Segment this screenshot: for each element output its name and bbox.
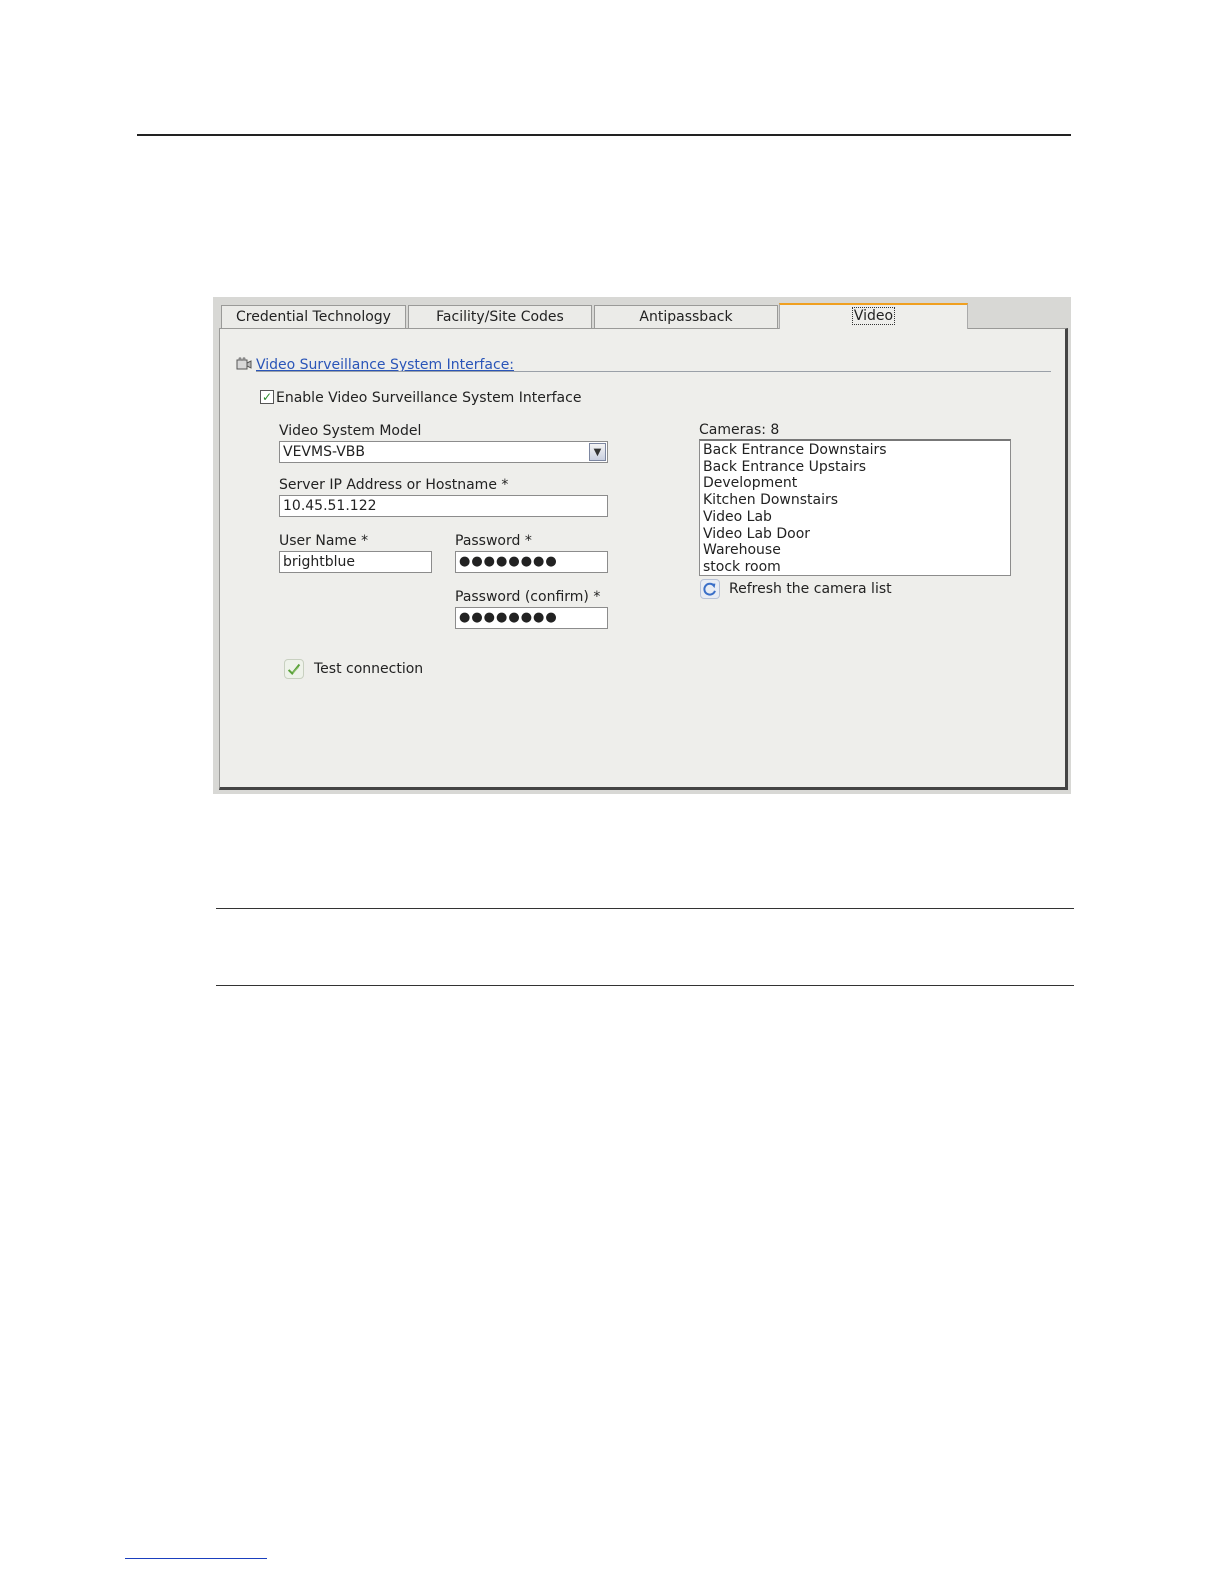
tab-credential-technology[interactable]: Credential Technology — [221, 305, 406, 329]
list-item[interactable]: stock room — [703, 559, 1007, 576]
list-item[interactable]: Kitchen Downstairs — [703, 492, 1007, 509]
list-item[interactable]: Warehouse — [703, 542, 1007, 559]
camera-list[interactable]: Back Entrance Downstairs Back Entrance U… — [699, 439, 1011, 576]
refresh-icon[interactable] — [700, 579, 720, 599]
refresh-camera-list-link[interactable]: Refresh the camera list — [729, 581, 892, 597]
tab-video[interactable]: Video — [779, 303, 968, 329]
test-connection-link[interactable]: Test connection — [314, 661, 423, 677]
list-item[interactable]: Video Lab Door — [703, 526, 1007, 543]
username-label: User Name * — [279, 533, 369, 549]
password-label: Password * — [455, 533, 532, 549]
section-divider — [256, 371, 1051, 372]
tab-facility-site-codes[interactable]: Facility/Site Codes — [408, 305, 592, 329]
model-label: Video System Model — [279, 423, 422, 439]
list-item[interactable]: Back Entrance Upstairs — [703, 459, 1007, 476]
video-settings-panel: Video Surveillance System Interface: ✓ E… — [219, 328, 1068, 790]
password-confirm-input[interactable]: ●●●●●●●● — [455, 607, 608, 629]
divider-rule — [216, 985, 1074, 986]
server-input[interactable]: 10.45.51.122 — [279, 495, 608, 517]
server-label: Server IP Address or Hostname * — [279, 477, 509, 493]
list-item[interactable]: Development — [703, 475, 1007, 492]
cameras-count-label: Cameras: 8 — [699, 422, 780, 438]
tab-video-label: Video — [851, 307, 896, 325]
footnote-rule — [125, 1558, 267, 1559]
check-pencil-icon[interactable] — [284, 659, 304, 679]
password-input[interactable]: ●●●●●●●● — [455, 551, 608, 573]
username-input[interactable]: brightblue — [279, 551, 432, 573]
list-item[interactable]: Video Lab — [703, 509, 1007, 526]
tab-antipassback[interactable]: Antipassback — [594, 305, 778, 329]
video-camera-icon — [236, 357, 252, 370]
password-confirm-label: Password (confirm) * — [455, 589, 601, 605]
model-select[interactable]: VEVMS-VBB ▼ — [279, 441, 608, 463]
enable-vss-checkbox[interactable]: ✓ — [260, 390, 274, 404]
top-rule — [137, 134, 1071, 136]
chevron-down-icon[interactable]: ▼ — [589, 443, 606, 461]
enable-vss-label: Enable Video Surveillance System Interfa… — [276, 390, 582, 406]
list-item[interactable]: Back Entrance Downstairs — [703, 442, 1007, 459]
divider-rule — [216, 908, 1074, 909]
model-select-value: VEVMS-VBB — [283, 444, 365, 460]
settings-screenshot: Credential Technology Facility/Site Code… — [213, 297, 1071, 794]
